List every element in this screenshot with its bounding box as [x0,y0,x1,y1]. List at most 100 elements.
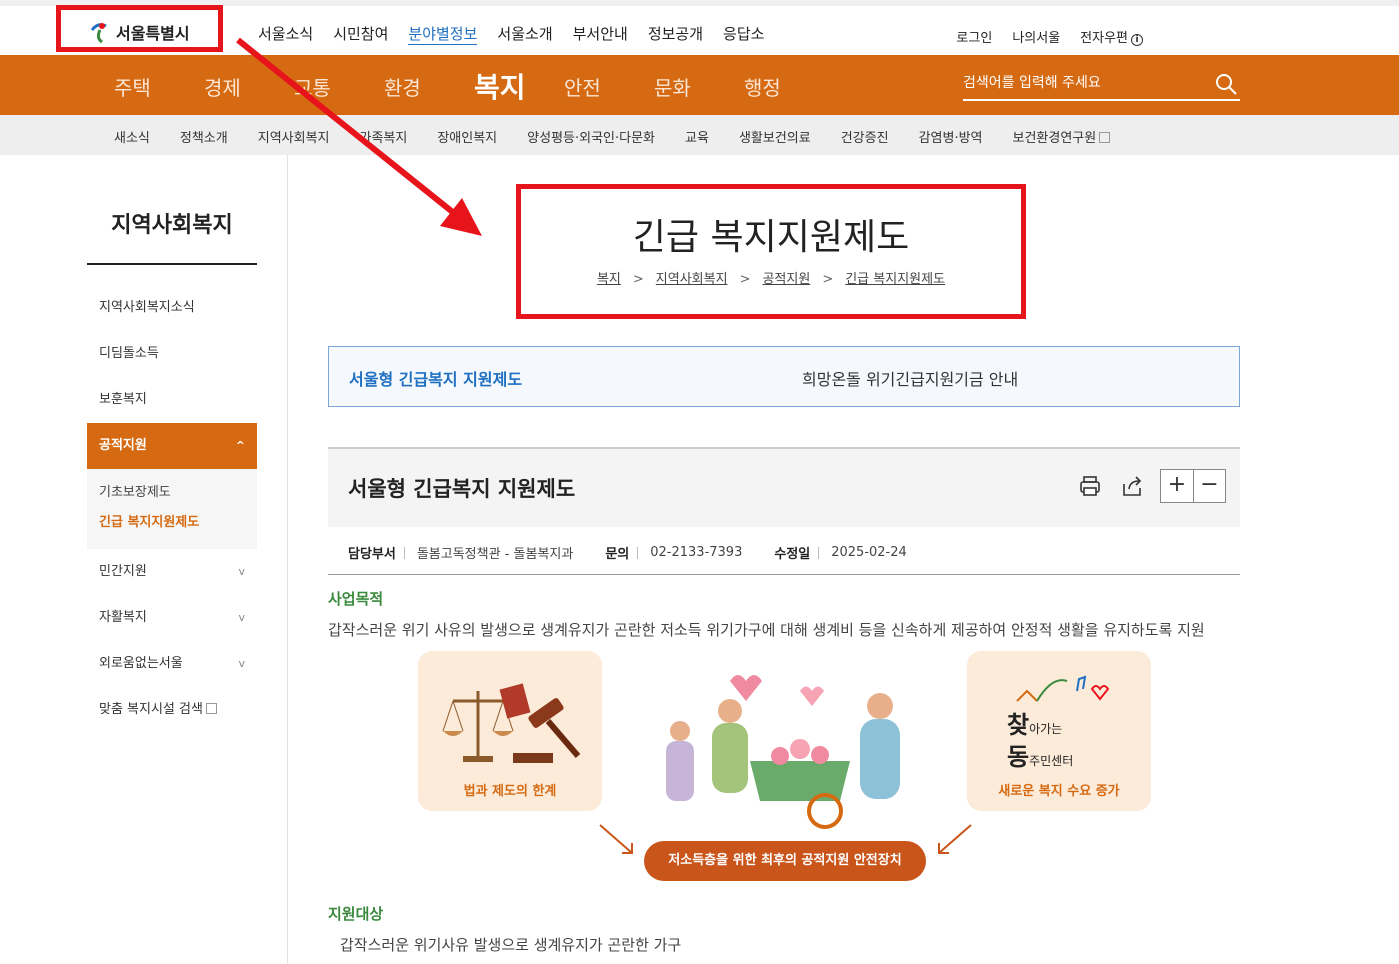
external-link-icon [205,703,217,714]
sidebar-menu: 지역사회복지소식 디딤돌소득 보훈복지 공적지원 ^ 기초보장제도 긴급 복지지원… [87,285,257,733]
main-nav-administration[interactable]: 행정 [744,72,834,106]
meta-divider [637,546,639,559]
safety-net-pill: 저소득층을 위한 최후의 공적지원 안전장치 [644,841,926,881]
sidebar-item-community-news[interactable]: 지역사회복지소식 [87,285,257,331]
target-text: 갑작스러운 위기사유 발생으로 생계유지가 곤란한 가구 [340,936,682,954]
meta-divider [403,546,405,559]
sidebar-submenu: 기초보장제도 긴급 복지지원제도 [87,469,257,549]
scales-gavel-icon [442,683,581,763]
sub-nav-disease-control[interactable]: 감염병·방역 [919,127,983,146]
modified-label: 수정일 [774,547,811,562]
card-law-limits-label: 법과 제도의 한계 [463,784,557,799]
external-link-icon [1099,132,1111,143]
tab-hope-ondol-fund[interactable]: 희망온돌 위기긴급지원기금 안내 [802,366,1018,390]
main-nav-economy[interactable]: 경제 [204,72,294,106]
sub-nav-health-care[interactable]: 생활보건의료 [739,127,811,146]
chevron-up-icon: ^ [235,439,245,452]
logo-big-char-1: 찾 [1007,711,1030,739]
section-tools: + − [1076,469,1226,503]
sub-nav-health-promotion[interactable]: 건강증진 [841,127,889,146]
sub-nav: 새소식 정책소개 지역사회복지 가족복지 장애인복지 양성평등·외국인·다문화 … [114,127,1111,146]
arrow-left-icon [599,824,633,854]
sidebar-item-stepping-stone-income[interactable]: 디딤돌소득 [87,331,257,377]
top-nav-about[interactable]: 서울소개 [497,23,552,45]
main-nav-safety[interactable]: 안전 [564,72,654,106]
sidebar-item-public-support[interactable]: 공적지원 ^ [87,423,257,469]
sidebar-item-label: 맞춤 복지시설 검색 [99,702,203,717]
sidebar-item-facility-search[interactable]: 맞춤 복지시설 검색 [87,687,257,733]
search-icon[interactable] [1214,72,1238,96]
sidebar-item-veterans-welfare[interactable]: 보훈복지 [87,377,257,423]
sidebar-title-rule [87,263,257,265]
sub-nav-news[interactable]: 새소식 [114,127,150,146]
sidebar-item-label: 지역사회복지소식 [99,300,195,315]
annotation-box-logo [56,5,223,52]
contact-label: 문의 [605,547,630,562]
people-hearts-cart-illustration [666,675,900,829]
sub-nav-community-welfare[interactable]: 지역사회복지 [258,127,330,146]
sub-nav-disability-welfare[interactable]: 장애인복지 [437,127,497,146]
sidebar-item-label: 자활복지 [99,610,147,625]
main-nav-bar: 주택 경제 교통 환경 복지 안전 문화 행정 [0,55,1399,115]
top-nav-disclosure[interactable]: 정보공개 [648,23,703,45]
search-input[interactable] [963,69,1203,97]
sidebar-subitem-emergency-welfare[interactable]: 긴급 복지지원제도 [99,511,257,541]
sidebar-title: 지역사회복지 [111,213,233,238]
my-seoul-link[interactable]: 나의서울 [1012,27,1060,46]
email-label: 전자우편 [1080,31,1128,46]
annotation-box-title [516,184,1026,319]
sidebar-item-no-loneliness[interactable]: 외로움없는서울 v [87,641,257,687]
main-nav-environment[interactable]: 환경 [384,72,474,106]
sidebar-item-self-support[interactable]: 자활복지 v [87,595,257,641]
sub-nav-education[interactable]: 교육 [685,127,709,146]
meta-row: 담당부서 돌봄고독정책관 - 돌봄복지과 문의 02-2133-7393 수정일 20… [348,543,907,562]
zoom-controls: + − [1160,469,1226,503]
sidebar-item-label: 디딤돌소득 [99,346,159,361]
purpose-text: 갑작스러운 위기 사유의 발생으로 생계유지가 곤란한 저소득 위기가구에 대해… [328,621,1205,639]
top-nav-field-info[interactable]: 분야별정보 [408,23,478,45]
sidebar-item-label: 보훈복지 [99,392,147,407]
modified-value: 2025-02-24 [831,545,907,560]
info-icon: i [1131,34,1143,46]
top-nav-participation[interactable]: 시민참여 [333,23,388,45]
contact-value: 02-2133-7393 [650,545,743,560]
sub-nav-equality[interactable]: 양성평등·외국인·다문화 [527,127,655,146]
sidebar-item-label: 민간지원 [99,564,147,579]
sidebar-item-private-support[interactable]: 민간지원 v [87,549,257,595]
sub-nav-policy[interactable]: 정책소개 [180,127,228,146]
purpose-heading: 사업목적 [328,590,384,608]
chevron-down-icon: v [238,657,245,670]
main-nav-housing[interactable]: 주택 [114,72,204,106]
tab-seoul-emergency-welfare[interactable]: 서울형 긴급복지 지원제도 [349,366,522,390]
sidebar-item-label: 외로움없는서울 [99,656,183,671]
zoom-in-button[interactable]: + [1161,470,1193,502]
main-nav-culture[interactable]: 문화 [654,72,744,106]
print-icon[interactable] [1076,472,1104,500]
meta-divider [818,546,820,559]
target-heading: 지원대상 [328,905,384,923]
sidebar-item-label: 공적지원 [99,438,147,453]
sub-nav-family-welfare[interactable]: 가족복지 [360,127,408,146]
top-nav-departments[interactable]: 부서안내 [573,23,628,45]
email-link[interactable]: 전자우편 i [1080,27,1143,46]
dept-value: 돌봄고독정책관 - 돌봄복지과 [416,547,574,562]
welfare-illustration: 법과 제도의 한계 찾아가는 동주민센터 새로운 복지 수요 증가 저소득층을 … [418,651,1151,886]
share-icon[interactable] [1118,472,1146,500]
sidebar-subitem-basic-security[interactable]: 기초보장제도 [99,481,257,511]
main-nav-transport[interactable]: 교통 [294,72,384,106]
card-new-demand-label: 새로운 복지 수요 증가 [998,784,1120,799]
section-title: 서울형 긴급복지 지원제도 [348,477,576,501]
sub-nav-research-label: 보건환경연구원 [1012,131,1097,146]
login-link[interactable]: 로그인 [956,27,992,46]
logo-small-text-2: 주민센터 [1029,754,1074,768]
top-nav-response[interactable]: 응답소 [723,23,764,45]
community-center-logo-text: 찾아가는 동주민센터 [1007,711,1117,775]
top-nav: 서울소식 시민참여 분야별정보 서울소개 부서안내 정보공개 응답소 [258,23,764,45]
zoom-out-button[interactable]: − [1193,470,1225,502]
section-meta: 담당부서 돌봄고독정책관 - 돌봄복지과 문의 02-2133-7393 수정일 20… [328,527,1240,575]
main-nav-welfare[interactable]: 복지 [474,66,564,106]
top-nav-news[interactable]: 서울소식 [258,23,313,45]
sub-nav-research-institute[interactable]: 보건환경연구원 [1013,127,1111,146]
utility-links: 로그인 나의서울 전자우편 i [956,27,1143,46]
card-new-demand: 찾아가는 동주민센터 새로운 복지 수요 증가 [967,651,1151,811]
